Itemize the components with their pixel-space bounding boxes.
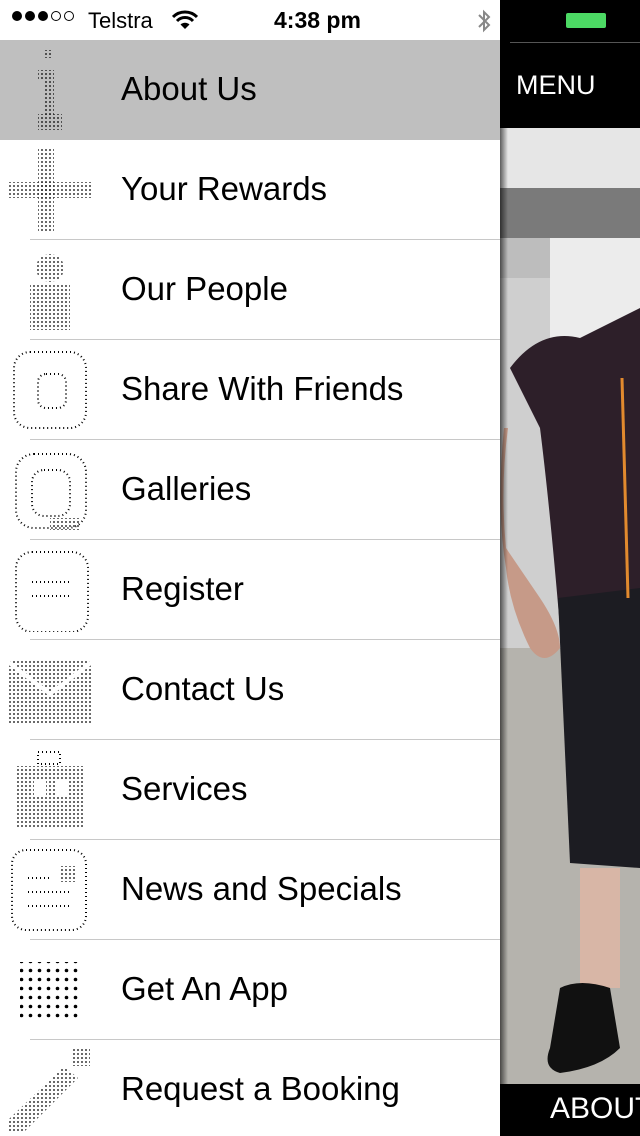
menu-item-label: Services <box>121 770 248 807</box>
form-icon <box>8 548 92 633</box>
info-icon <box>8 48 92 132</box>
menu-item-label: News and Specials <box>121 870 402 907</box>
newspaper-icon <box>8 848 92 932</box>
menu-item-your-rewards[interactable]: Your Rewards <box>0 140 500 240</box>
signal-dot <box>12 11 22 21</box>
signal-dot <box>38 11 48 21</box>
divider <box>510 42 640 43</box>
menu-button[interactable]: MENU <box>516 70 596 101</box>
menu-item-share-with-friends[interactable]: Share With Friends <box>0 340 500 440</box>
menu-item-get-an-app[interactable]: Get An App <box>0 940 500 1040</box>
menu-item-label: Galleries <box>121 470 252 507</box>
menu-item-label: Request a Booking <box>121 1070 400 1107</box>
menu-item-label: Get An App <box>121 970 288 1007</box>
menu-item-galleries[interactable]: Galleries <box>0 440 500 540</box>
menu-item-contact-us[interactable]: Contact Us <box>0 640 500 740</box>
menu-item-our-people[interactable]: Our People <box>0 240 500 340</box>
menu-item-about-us[interactable]: About Us <box>0 40 500 140</box>
camera-icon <box>8 448 92 532</box>
envelope-icon <box>6 648 94 732</box>
grid-icon <box>8 948 92 1032</box>
page-title: ABOUT US <box>550 1092 640 1125</box>
wifi-icon <box>171 10 199 35</box>
menu-item-label: About Us <box>121 70 257 107</box>
menu-item-services[interactable]: Services <box>0 740 500 840</box>
bottom-title-bar: ABOUT US <box>500 1084 640 1136</box>
menu-item-label: Contact Us <box>121 670 285 707</box>
menu-item-label: Share With Friends <box>121 370 404 407</box>
signal-strength-icon <box>12 11 74 21</box>
plus-icon <box>8 148 92 232</box>
carrier-name: Telstra <box>88 8 153 33</box>
signal-dot <box>51 11 61 21</box>
menu-item-label: Your Rewards <box>121 170 328 207</box>
menu-item-request-a-booking[interactable]: Request a Booking <box>0 1040 500 1136</box>
status-bar: Telstra 4:38 pm <box>0 0 500 40</box>
menu-item-label: Our People <box>121 270 288 307</box>
signal-dot <box>64 11 74 21</box>
panel-shadow <box>500 0 508 1136</box>
signal-dot <box>25 11 35 21</box>
clock: 4:38 pm <box>274 7 361 33</box>
bluetooth-icon <box>476 9 492 38</box>
battery-icon <box>566 13 606 28</box>
person-icon <box>8 248 92 332</box>
toolbox-icon <box>8 748 92 832</box>
side-menu: About Us Your Rewards Our People Share W… <box>0 40 500 1136</box>
hero-photo <box>500 128 640 1084</box>
menu-item-news-and-specials[interactable]: News and Specials <box>0 840 500 940</box>
menu-item-label: Register <box>121 570 244 607</box>
menu-item-register[interactable]: Register <box>0 540 500 640</box>
content-panel[interactable]: MENU ABOUT US <box>500 0 640 1136</box>
at-sign-icon <box>8 348 92 432</box>
pencil-icon <box>8 1048 92 1134</box>
